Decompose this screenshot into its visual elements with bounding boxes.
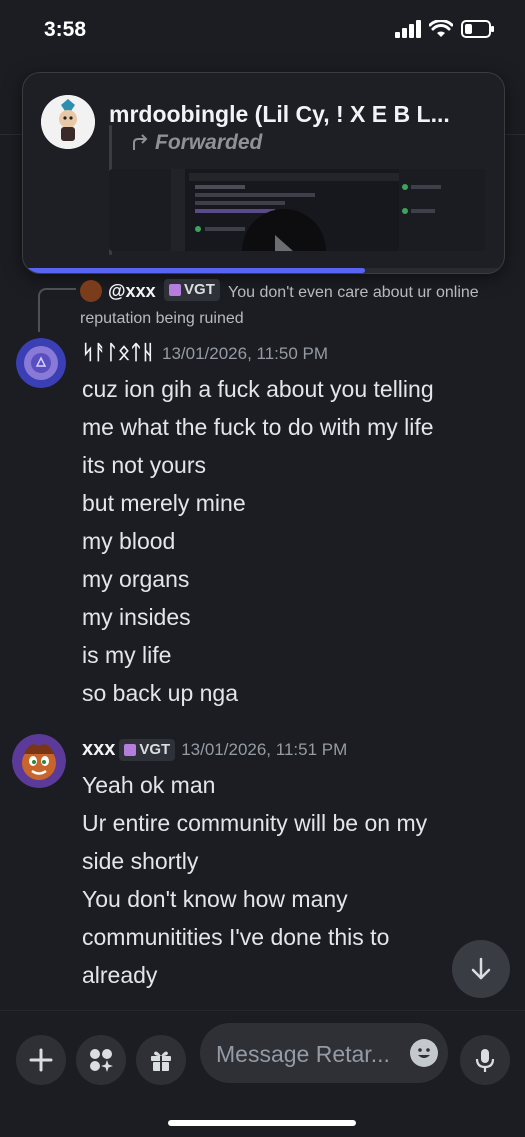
message-line: side shortly — [82, 848, 199, 874]
message-line: me what the fuck to do with my life — [82, 414, 434, 440]
message-composer: Message Retar... — [0, 1010, 525, 1137]
status-icons — [395, 20, 495, 38]
message-line: cuz ion gih a fuck about you telling — [82, 376, 434, 402]
status-time: 3:58 — [44, 18, 87, 41]
gift-icon — [151, 1051, 171, 1071]
clan-tag-text: VGT — [139, 741, 171, 758]
status-bar: 3:58 — [0, 0, 525, 62]
message-line: my blood — [82, 528, 176, 554]
home-indicator[interactable] — [168, 1120, 356, 1126]
video-progress-fill — [23, 268, 365, 273]
avatar[interactable] — [12, 734, 66, 788]
reply-reference[interactable]: @xxx VGT You don't even care about ur on… — [80, 278, 500, 332]
microphone-icon — [475, 1049, 495, 1072]
message-line: already — [82, 962, 158, 988]
message-input-placeholder: Message Retar... — [216, 1041, 390, 1067]
message-timestamp: 13/01/2026, 11:50 PM — [162, 343, 329, 363]
gift-button[interactable] — [136, 1035, 186, 1085]
clan-tag[interactable]: VGT — [119, 738, 176, 761]
battery-icon — [461, 20, 494, 38]
forwarded-label: Forwarded — [131, 131, 262, 155]
message-line: communitities I've done this to — [82, 924, 390, 950]
message-line: Ur entire community will be on my — [82, 810, 428, 836]
forwarded-author-avatar[interactable] — [41, 95, 95, 149]
message-username[interactable]: xxx — [82, 738, 115, 761]
message-line: is my life — [82, 642, 172, 668]
message-line: my organs — [82, 566, 190, 592]
wifi-icon — [429, 20, 453, 37]
apps-button[interactable] — [76, 1035, 126, 1085]
emoji-button[interactable] — [410, 1039, 438, 1067]
add-attachment-button[interactable] — [16, 1035, 66, 1085]
clan-tag-icon — [169, 284, 182, 296]
message-line: its not yours — [82, 452, 206, 478]
avatar[interactable] — [16, 338, 66, 388]
plus-icon — [29, 1048, 53, 1072]
message-header: xxx VGT 13/01/2026, 11:51 PM — [82, 738, 347, 761]
emoji-icon — [411, 1040, 437, 1066]
message-header: ᛋᚨᛚᛟᛏᚺ 13/01/2026, 11:50 PM — [82, 342, 328, 365]
message-line: my insides — [82, 604, 191, 630]
message-timestamp: 13/01/2026, 11:51 PM — [181, 739, 348, 759]
forwarded-message-card[interactable]: mrdoobingle (Lil Cy, ! X E B L... Forwar… — [22, 72, 505, 274]
reply-clan-tag-text: VGT — [184, 281, 215, 298]
message-body[interactable]: Yeah ok man Ur entire community will be … — [82, 766, 497, 994]
cellular-signal-icon — [395, 20, 421, 38]
clan-tag-icon — [124, 743, 137, 756]
reply-clan-tag[interactable]: VGT — [164, 279, 220, 301]
forwarded-video-thumbnail[interactable] — [109, 169, 485, 251]
message-input[interactable]: Message Retar... — [200, 1023, 448, 1083]
forwarded-label-text: Forwarded — [155, 131, 263, 154]
message-body[interactable]: cuz ion gih a fuck about you telling me … — [82, 370, 497, 712]
reply-connector-line — [38, 288, 76, 332]
message-line: so back up nga — [82, 680, 239, 706]
message-line: Yeah ok man — [82, 772, 216, 798]
apps-icon — [90, 1049, 113, 1072]
arrow-down-icon — [471, 957, 491, 980]
forwarded-author-name[interactable]: mrdoobingle (Lil Cy, ! X E B L... — [109, 101, 450, 128]
reply-avatar — [80, 280, 102, 302]
message-username[interactable]: ᛋᚨᛚᛟᛏᚺ — [82, 342, 154, 365]
forward-arrow-icon — [133, 134, 148, 150]
message-line: You don't know how many — [82, 886, 348, 912]
video-progress-track[interactable] — [23, 268, 504, 273]
message-line: but merely mine — [82, 490, 246, 516]
reply-username[interactable]: @xxx — [108, 281, 156, 301]
scroll-to-bottom-button[interactable] — [452, 940, 510, 998]
voice-message-button[interactable] — [460, 1035, 510, 1085]
